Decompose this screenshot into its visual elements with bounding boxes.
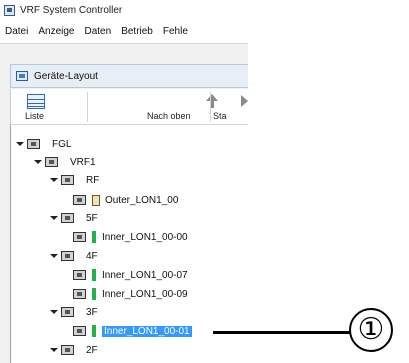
tree-node-label: 3F xyxy=(86,306,98,318)
device-icon xyxy=(73,326,86,336)
tree-node-label: Outer_LON1_00 xyxy=(105,194,179,206)
layout-toolbar: Liste Nach oben Sta xyxy=(10,89,248,125)
tab-label: Geräte-Layout xyxy=(34,70,98,82)
toolbar-separator xyxy=(210,92,211,122)
collapse-arrow-icon[interactable] xyxy=(50,178,58,182)
device-group-icon xyxy=(61,175,74,185)
device-tree: FGL VRF1 RF Outer_LON1_00 5F Inner_LON1_… xyxy=(10,125,248,363)
tree-node-label: VRF1 xyxy=(70,156,96,168)
tree-node-label: Inner_LON1_00-09 xyxy=(102,288,188,300)
toolbar-separator xyxy=(87,92,88,122)
device-icon xyxy=(73,232,86,242)
tree-node-inner-lon1-00-07[interactable]: Inner_LON1_00-07 xyxy=(73,267,188,283)
window-title: VRF System Controller xyxy=(20,4,123,16)
title-bar: VRF System Controller xyxy=(0,0,248,20)
device-icon xyxy=(73,270,86,280)
tree-node-label-selected: Inner_LON1_00-01 xyxy=(102,325,192,337)
tree-node-rf[interactable]: RF xyxy=(50,172,99,188)
vrf-controller-window: VRF System Controller Datei Anzeige Date… xyxy=(0,0,248,363)
start-button[interactable]: Sta xyxy=(213,89,248,124)
device-group-icon xyxy=(61,307,74,317)
move-up-label: Nach oben xyxy=(147,111,191,121)
device-icon xyxy=(73,195,86,205)
tree-node-label: RF xyxy=(86,174,100,186)
layout-window-icon xyxy=(16,71,28,81)
device-group-icon xyxy=(61,345,74,355)
collapse-arrow-icon[interactable] xyxy=(50,348,58,352)
device-group-icon xyxy=(27,139,40,149)
collapse-arrow-icon[interactable] xyxy=(16,142,24,146)
tree-node-label: 5F xyxy=(86,212,98,224)
indoor-unit-status-icon xyxy=(92,269,96,281)
tree-node-label: 2F xyxy=(86,344,98,356)
tree-node-4f[interactable]: 4F xyxy=(50,248,98,264)
tree-node-label: Inner_LON1_00-07 xyxy=(102,269,188,281)
app-icon xyxy=(4,4,15,16)
collapse-arrow-icon[interactable] xyxy=(50,216,58,220)
tree-node-label: 4F xyxy=(86,250,98,262)
device-icon xyxy=(73,289,86,299)
outdoor-unit-icon xyxy=(92,194,100,206)
tree-node-inner-lon1-00-01[interactable]: Inner_LON1_00-01 xyxy=(73,323,192,339)
collapse-arrow-icon[interactable] xyxy=(34,160,42,164)
list-button-label: Liste xyxy=(25,111,45,121)
tree-node-3f[interactable]: 3F xyxy=(50,304,98,320)
indoor-unit-status-icon xyxy=(92,231,96,243)
menu-bar: Datei Anzeige Daten Betrieb Fehle xyxy=(0,20,248,44)
collapse-arrow-icon[interactable] xyxy=(50,310,58,314)
tree-node-inner-lon1-00-09[interactable]: Inner_LON1_00-09 xyxy=(73,286,188,302)
device-group-icon xyxy=(45,157,58,167)
menu-betrieb[interactable]: Betrieb xyxy=(116,26,158,37)
menu-datei[interactable]: Datei xyxy=(0,26,33,37)
menu-anzeige[interactable]: Anzeige xyxy=(33,26,79,37)
tree-node-outer-lon1-00[interactable]: Outer_LON1_00 xyxy=(73,192,178,208)
device-group-icon xyxy=(61,213,74,223)
indoor-unit-status-icon xyxy=(92,288,96,300)
tree-node-label: Inner_LON1_00-00 xyxy=(102,231,188,243)
tree-node-label: FGL xyxy=(52,138,72,150)
tree-node-5f[interactable]: 5F xyxy=(50,210,98,226)
move-up-button[interactable]: Nach oben xyxy=(147,89,218,124)
list-button[interactable]: Liste xyxy=(11,89,87,124)
tree-node-vrf1[interactable]: VRF1 xyxy=(34,154,96,170)
indoor-unit-status-icon xyxy=(92,325,96,337)
callout-marker: ① xyxy=(349,308,393,352)
start-label: Sta xyxy=(213,111,227,121)
start-icon xyxy=(241,95,248,107)
tab-geraete-layout[interactable]: Geräte-Layout xyxy=(10,64,248,88)
menu-daten[interactable]: Daten xyxy=(80,26,117,37)
menu-fehler[interactable]: Fehle xyxy=(158,26,193,37)
callout-line xyxy=(213,331,353,334)
tree-node-fgl[interactable]: FGL xyxy=(16,136,71,152)
callout-number: ① xyxy=(357,312,385,347)
toolbar-gap xyxy=(0,44,248,62)
tree-node-2f[interactable]: 2F xyxy=(50,342,98,358)
list-icon xyxy=(27,94,45,109)
collapse-arrow-icon[interactable] xyxy=(50,254,58,258)
tree-node-inner-lon1-00-00[interactable]: Inner_LON1_00-00 xyxy=(73,229,188,245)
device-group-icon xyxy=(61,251,74,261)
